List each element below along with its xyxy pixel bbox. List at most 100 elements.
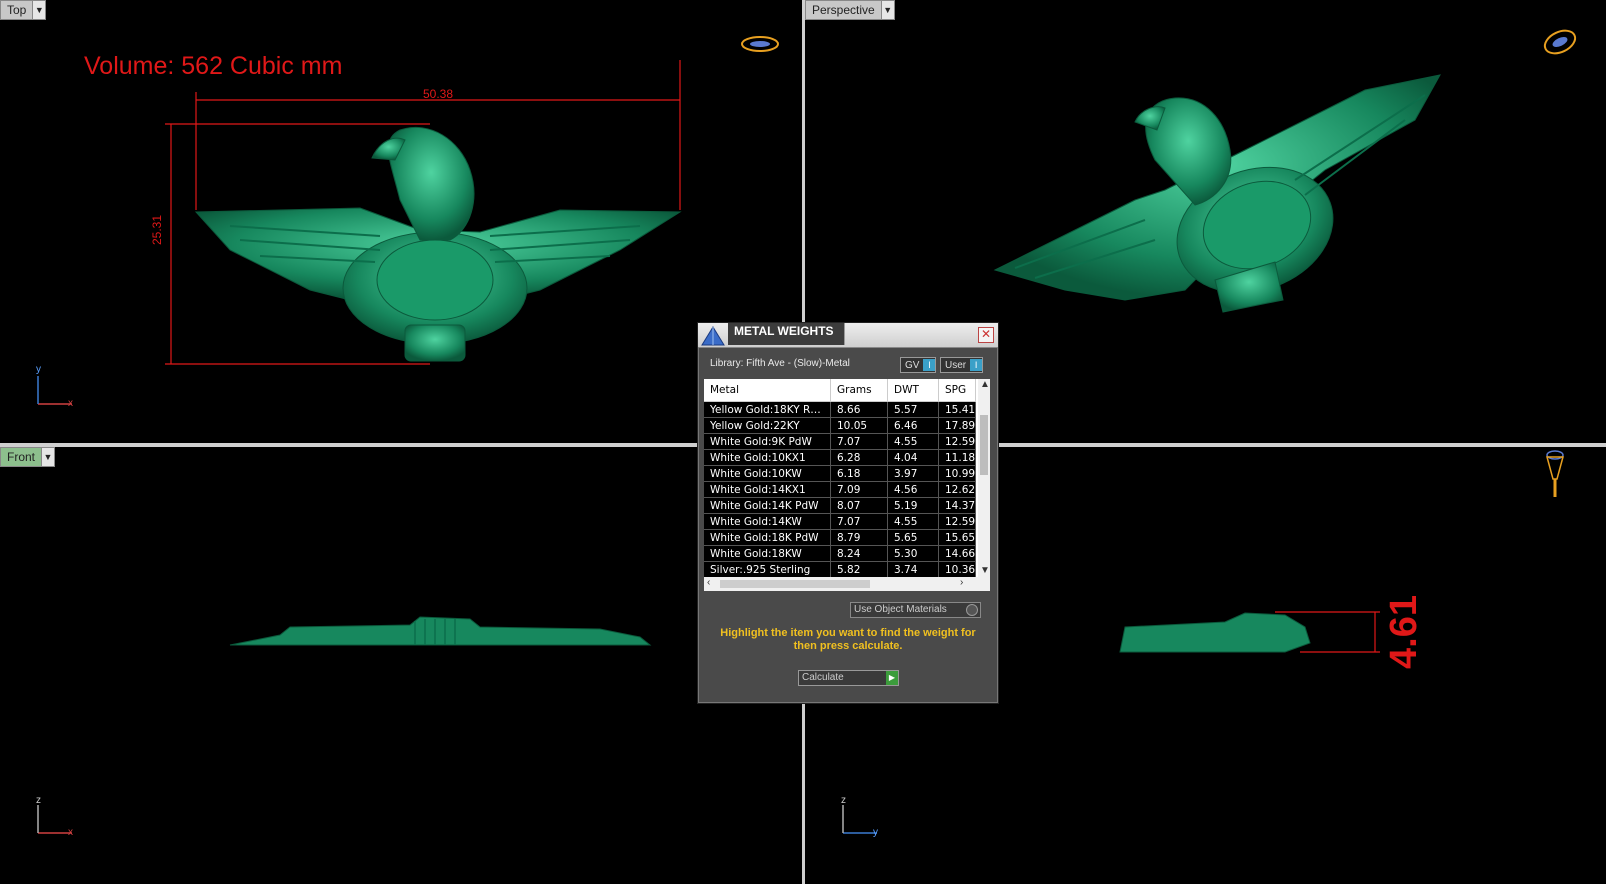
axis-z-label: z	[841, 795, 846, 806]
cell-grams: 10.05	[830, 417, 888, 434]
cell-dwt: 4.55	[887, 433, 939, 450]
viewport-label-top[interactable]: Top ▼	[0, 0, 47, 20]
eagle-model-perspective	[993, 74, 1441, 313]
cell-grams: 6.28	[830, 449, 888, 466]
vertical-scrollbar[interactable]: ▲ ▼	[978, 379, 990, 579]
scroll-left-icon[interactable]: ‹	[707, 577, 710, 588]
use-object-materials-option[interactable]: Use Object Materials	[850, 602, 981, 618]
table-row[interactable]: White Gold:10KX1 6.28 4.04 11.18	[704, 449, 976, 466]
cell-metal: Yellow Gold:22KY	[704, 417, 831, 434]
cell-grams: 8.24	[830, 545, 888, 562]
cell-metal: White Gold:9K PdW	[704, 433, 831, 450]
table-row[interactable]: Yellow Gold:18KY R… 8.66 5.57 15.41	[704, 401, 976, 418]
eagle-model-top	[194, 126, 682, 362]
user-toggle-switch[interactable]: I	[970, 359, 983, 371]
user-toggle-label: User	[945, 359, 967, 371]
cell-grams: 6.18	[830, 465, 888, 482]
column-header-spg[interactable]: SPG	[938, 379, 976, 402]
radio-icon[interactable]	[966, 604, 978, 616]
cell-dwt: 3.74	[887, 561, 939, 578]
top-viewport[interactable]: Top ▼ Volume: 562 Cubic mm 50.38 25.31 y…	[0, 0, 802, 443]
cell-dwt: 5.30	[887, 545, 939, 562]
cell-dwt: 4.56	[887, 481, 939, 498]
scroll-down-icon[interactable]: ▼	[980, 565, 990, 576]
table-row[interactable]: White Gold:14KX1 7.09 4.56 12.62	[704, 481, 976, 498]
cell-metal: White Gold:18K PdW	[704, 529, 831, 546]
gv-toggle-label: GV	[905, 359, 920, 371]
eagle-model-right	[1119, 612, 1311, 653]
cell-dwt: 5.57	[887, 401, 939, 418]
cell-metal: Silver:.925 Sterling	[704, 561, 831, 578]
table-row[interactable]: White Gold:9K PdW 7.07 4.55 12.59	[704, 433, 976, 450]
chevron-down-icon[interactable]: ▼	[881, 0, 895, 20]
cell-spg: 11.18	[938, 449, 976, 466]
cell-spg: 10.99	[938, 465, 976, 482]
cell-dwt: 5.65	[887, 529, 939, 546]
axis-y-label: y	[873, 827, 878, 838]
horizontal-scrollbar[interactable]: ‹ ›	[704, 577, 990, 591]
table-row[interactable]: White Gold:14KW 7.07 4.55 12.59	[704, 513, 976, 530]
scroll-up-icon[interactable]: ▲	[980, 379, 990, 390]
calculate-button[interactable]: Calculate ▶	[798, 670, 899, 686]
cell-metal: Yellow Gold:18KY R…	[704, 401, 831, 418]
cell-spg: 15.65	[938, 529, 976, 546]
cell-dwt: 4.55	[887, 513, 939, 530]
vertical-scroll-thumb[interactable]	[980, 415, 988, 475]
cell-spg: 10.36	[938, 561, 976, 578]
cell-grams: 7.07	[830, 513, 888, 530]
table-row[interactable]: White Gold:18KW 8.24 5.30 14.66	[704, 545, 976, 562]
cell-metal: White Gold:10KX1	[704, 449, 831, 466]
column-header-metal[interactable]: Metal	[704, 379, 831, 402]
eagle-model-front	[229, 616, 652, 646]
cell-spg: 12.59	[938, 513, 976, 530]
cell-metal: White Gold:10KW	[704, 465, 831, 482]
viewport-label-perspective[interactable]: Perspective ▼	[805, 0, 895, 20]
cell-dwt: 4.04	[887, 449, 939, 466]
table-row[interactable]: White Gold:14K PdW 8.07 5.19 14.37	[704, 497, 976, 514]
close-button[interactable]: ✕	[978, 327, 994, 343]
axis-y-label: y	[36, 364, 41, 375]
dialog-title: METAL WEIGHTS	[728, 323, 845, 345]
viewport-label-front[interactable]: Front ▼	[0, 447, 56, 467]
front-view-canvas	[229, 616, 652, 646]
cell-spg: 17.89	[938, 417, 976, 434]
horizontal-scroll-thumb[interactable]	[720, 580, 870, 588]
cell-grams: 8.07	[830, 497, 888, 514]
cell-spg: 15.41	[938, 401, 976, 418]
cell-dwt: 6.46	[887, 417, 939, 434]
table-row[interactable]: Yellow Gold:22KY 10.05 6.46 17.89	[704, 417, 976, 434]
cell-dwt: 5.19	[887, 497, 939, 514]
chevron-down-icon[interactable]: ▼	[33, 0, 47, 20]
table-row[interactable]: Silver:.925 Sterling 5.82 3.74 10.36	[704, 561, 976, 578]
front-viewport[interactable]: Front ▼ z x	[0, 447, 802, 884]
chevron-down-icon[interactable]: ▼	[42, 447, 56, 467]
cell-metal: White Gold:14KW	[704, 513, 831, 530]
column-header-grams[interactable]: Grams	[830, 379, 888, 402]
cell-grams: 8.66	[830, 401, 888, 418]
axis-x-label: x	[68, 398, 73, 409]
gv-toggle-switch[interactable]: I	[923, 359, 936, 371]
cell-grams: 7.07	[830, 433, 888, 450]
cell-spg: 12.59	[938, 433, 976, 450]
user-toggle[interactable]: User I	[940, 357, 984, 373]
library-label: Library: Fifth Ave - (Slow)-Metal	[710, 358, 850, 369]
depth-dimension: 4.61	[1383, 595, 1425, 669]
height-dimension: 25.31	[150, 214, 164, 245]
table-row[interactable]: White Gold:10KW 6.18 3.97 10.99	[704, 465, 976, 482]
volume-readout: Volume: 562 Cubic mm	[84, 52, 343, 80]
axis-x-label: x	[68, 827, 73, 838]
scroll-right-icon[interactable]: ›	[960, 577, 963, 588]
metal-weights-dialog: METAL WEIGHTS ✕ Library: Fifth Ave - (Sl…	[697, 322, 999, 704]
cell-grams: 7.09	[830, 481, 888, 498]
cell-metal: White Gold:18KW	[704, 545, 831, 562]
pyramid-icon	[700, 325, 726, 347]
table-row[interactable]: White Gold:18K PdW 8.79 5.65 15.65	[704, 529, 976, 546]
cell-metal: White Gold:14KX1	[704, 481, 831, 498]
gv-toggle[interactable]: GV I	[900, 357, 937, 373]
column-header-dwt[interactable]: DWT	[887, 379, 939, 402]
cell-grams: 5.82	[830, 561, 888, 578]
metal-table[interactable]: Metal Grams DWT SPG Yellow Gold:18KY R… 8…	[704, 379, 990, 591]
use-object-materials-label: Use Object Materials	[854, 604, 947, 615]
dialog-titlebar[interactable]: METAL WEIGHTS ✕	[698, 323, 998, 348]
width-dimension: 50.38	[423, 87, 454, 101]
